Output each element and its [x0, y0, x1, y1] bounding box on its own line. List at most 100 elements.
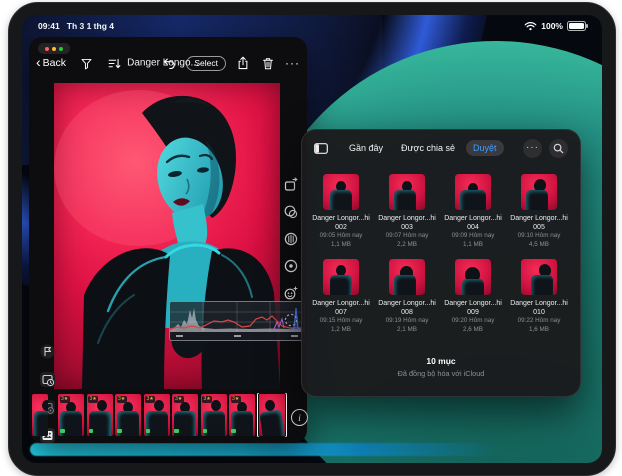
filmstrip[interactable]: 3★ 3★ 3★ 3★ 3★ 3★ 3★	[29, 393, 307, 437]
file-item[interactable]: Danger Longor...hi 008 09:19 Hôm nay 2,1…	[375, 259, 439, 334]
back-button[interactable]: ‹ Back	[36, 54, 67, 70]
file-time: 09:10 Hôm nay	[517, 232, 561, 239]
more-icon[interactable]: ···	[285, 57, 300, 69]
file-name: Danger Longor...hi 002	[312, 215, 370, 231]
filmstrip-thumb[interactable]: 3★	[58, 394, 84, 436]
file-item[interactable]: Danger Longor...hi 005 09:10 Hôm nay 4,5…	[507, 174, 571, 249]
item-count: 10 mục	[426, 356, 456, 366]
rating-badge: 3★	[173, 395, 184, 403]
filmstrip-thumb[interactable]: 3★	[200, 394, 227, 436]
filmstrip-thumb-selected[interactable]	[257, 393, 287, 437]
file-size: 1,1 MB	[463, 240, 483, 248]
status-bar: 09:41 Th 3 1 thg 4 100%	[22, 18, 602, 34]
sidebar-toggle-icon[interactable]	[314, 142, 328, 154]
filter-icon[interactable]	[78, 55, 94, 71]
file-time: 09:15 Hôm nay	[319, 317, 363, 324]
file-name: Danger Longor...hi 005	[510, 215, 568, 231]
rating-badge: 3★	[145, 395, 156, 403]
window-zoom-dot	[59, 46, 63, 51]
tab-browse[interactable]: Duyệt	[465, 140, 504, 156]
wallpaper-cyan-glow	[30, 443, 500, 456]
crop-rotate-icon[interactable]	[283, 177, 299, 193]
file-size: 2,2 MB	[397, 240, 417, 248]
file-item[interactable]: Danger Longor...hi 004 09:09 Hôm nay 1,1…	[441, 174, 505, 249]
filmstrip-thumb[interactable]: 3★	[115, 394, 141, 436]
file-item[interactable]: Danger Longor...hi 009 09:20 Hôm nay 2,6…	[441, 259, 505, 334]
flag-rate-icon[interactable]	[39, 343, 56, 360]
filmstrip-thumb[interactable]: 3★	[86, 394, 113, 436]
file-thumbnail	[389, 174, 425, 210]
more-options-button[interactable]: ···	[523, 138, 542, 158]
edited-indicator	[202, 428, 207, 433]
file-thumbnail	[323, 174, 359, 210]
file-time: 09:05 Hôm nay	[319, 232, 363, 239]
file-name: Danger Longor...hi 003	[378, 215, 436, 231]
info-button[interactable]: i	[291, 409, 308, 426]
tab-shared[interactable]: Được chia sẻ	[394, 140, 462, 156]
files-tabs: Gần đây Được chia sẻ Duyệt	[342, 140, 504, 156]
search-button[interactable]	[549, 138, 568, 158]
photo-canvas[interactable]	[54, 83, 280, 389]
status-date: Th 3 1 thg 4	[66, 21, 114, 31]
filmstrip-thumb[interactable]: 3★	[143, 394, 170, 436]
filmstrip-thumb[interactable]: 3★	[229, 394, 255, 436]
sort-icon[interactable]	[106, 55, 122, 71]
rating-badge: 3★	[230, 395, 241, 403]
rating-badge: 3★	[88, 395, 99, 403]
file-name: Danger Longor...hi 007	[312, 300, 370, 316]
files-header: Gần đây Được chia sẻ Duyệt ···	[302, 130, 580, 166]
file-thumbnail	[323, 259, 359, 295]
file-time: 09:09 Hôm nay	[451, 232, 495, 239]
retouch-icon[interactable]	[283, 285, 299, 301]
file-name: Danger Longor...hi 008	[378, 300, 436, 316]
file-thumbnail	[455, 259, 491, 295]
wifi-icon	[524, 21, 537, 31]
battery-percent: 100%	[541, 21, 563, 31]
file-size: 1,1 MB	[331, 240, 351, 248]
chevron-left-icon: ‹	[36, 54, 41, 70]
history-icon[interactable]	[39, 371, 56, 388]
file-item[interactable]: Danger Longor...hi 003 09:07 Hôm nay 2,2…	[375, 174, 439, 249]
file-item[interactable]: Danger Longor...hi 010 09:22 Hôm nay 1,6…	[507, 259, 571, 334]
share-icon[interactable]	[235, 55, 251, 71]
rating-badge: 3★	[116, 395, 127, 403]
window-minimize-dot	[52, 46, 56, 51]
filmstrip-thumb[interactable]	[32, 394, 48, 436]
edited-indicator	[174, 428, 179, 433]
rating-badge: 3★	[202, 395, 213, 403]
edit-tools-rail	[283, 177, 299, 328]
file-size: 2,6 MB	[463, 325, 483, 333]
file-item[interactable]: Danger Longor...hi 007 09:15 Hôm nay 1,2…	[309, 259, 373, 334]
edited-indicator	[117, 428, 122, 433]
tab-recent[interactable]: Gần đây	[342, 140, 390, 156]
files-window: Gần đây Được chia sẻ Duyệt ··· Danger Lo…	[301, 129, 581, 397]
trash-icon[interactable]	[260, 55, 276, 71]
status-time: 09:41	[38, 21, 60, 31]
file-name: Danger Longor...hi 009	[444, 300, 502, 316]
files-footer: 10 mục Đã đồng bộ hóa với iCloud	[302, 356, 580, 378]
file-item[interactable]: Danger Longor...hi 002 09:05 Hôm nay 1,1…	[309, 174, 373, 249]
file-time: 09:22 Hôm nay	[517, 317, 561, 324]
file-size: 4,5 MB	[529, 240, 549, 248]
adjust-icon[interactable]	[283, 231, 299, 247]
document-title: Danger Longo...	[127, 57, 199, 69]
photo-editor-window: ‹ Back Danger Longo... Select ··· 3★ 3★ …	[29, 37, 308, 443]
back-label: Back	[42, 57, 67, 69]
filters-icon[interactable]	[283, 204, 299, 220]
rating-badge: 3★	[59, 395, 70, 403]
mask-icon[interactable]	[283, 312, 299, 328]
histogram-tick-labels	[170, 332, 304, 340]
file-thumbnail	[521, 174, 557, 210]
file-size: 1,6 MB	[529, 325, 549, 333]
file-thumbnail	[389, 259, 425, 295]
ipad-device-frame: 09:41 Th 3 1 thg 4 100% ‹ Back Danger Lo…	[8, 2, 616, 476]
file-time: 09:20 Hôm nay	[451, 317, 495, 324]
file-size: 2,1 MB	[397, 325, 417, 333]
file-name: Danger Longor...hi 010	[510, 300, 568, 316]
file-thumbnail	[521, 259, 557, 295]
sync-status: Đã đồng bộ hóa với iCloud	[397, 369, 485, 378]
file-time: 09:19 Hôm nay	[385, 317, 429, 324]
file-thumbnail	[455, 174, 491, 210]
vignette-icon[interactable]	[283, 258, 299, 274]
filmstrip-thumb[interactable]: 3★	[172, 394, 198, 436]
